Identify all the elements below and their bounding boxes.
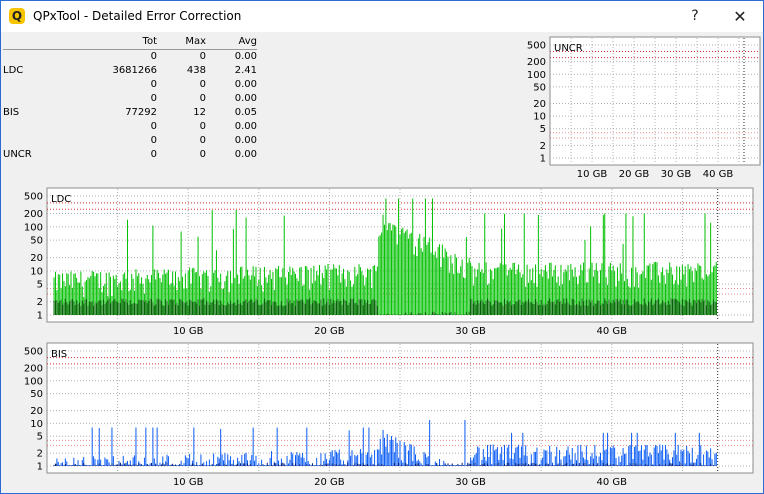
- y-tick-label: 50: [30, 389, 43, 400]
- x-tick-label: 10 GB: [173, 326, 204, 337]
- y-tick-label: 5: [37, 432, 43, 443]
- chart-title: LDC: [51, 194, 71, 205]
- y-tick-label: 2: [37, 297, 43, 308]
- stats-avg: 2.41: [234, 65, 257, 76]
- y-tick-label: 500: [527, 41, 546, 52]
- y-tick-label: 20: [533, 99, 546, 110]
- y-tick-label: 10: [533, 112, 546, 123]
- stats-avg: 0.00: [234, 149, 257, 160]
- window-title: QPxTool - Detailed Error Correction: [33, 9, 242, 23]
- stats-row: UNCR 0 0 0.00: [3, 148, 257, 162]
- stats-body: 0 0 0.00 LDC 3681266 438 2.41 0 0 0.00 0 0 0.00 BIS 77…: [3, 50, 257, 163]
- close-button[interactable]: ✕: [718, 1, 762, 32]
- uncr-chart: 500 200 10050 20 105 2 1 10 GB 20 GB 30 GB 40 GB UN…: [527, 36, 761, 180]
- stats-max: 0: [199, 135, 206, 146]
- stats-row-label: [3, 78, 63, 92]
- stats-row: BIS 77292 12 0.05: [3, 106, 257, 120]
- y-tick-label: 200: [24, 209, 43, 220]
- chart-title: BIS: [51, 349, 67, 360]
- stats-row: 0 0 0.00: [3, 134, 257, 148]
- y-tick-label: 50: [30, 236, 43, 247]
- stats-row: 0 0 0.00: [3, 120, 257, 134]
- y-tick-label: 10: [30, 419, 43, 430]
- x-tick-label: 40 GB: [597, 477, 628, 488]
- x-tick-label: 40 GB: [597, 326, 628, 337]
- stats-header-label: [3, 35, 63, 50]
- stats-max: 12: [193, 107, 206, 118]
- y-tick-label: 20: [30, 406, 43, 417]
- stats-max: 0: [199, 93, 206, 104]
- stats-max: 0: [199, 79, 206, 90]
- stats-tot: 0: [150, 79, 157, 90]
- stats-header-avg: Avg: [206, 35, 257, 50]
- app-logo-icon: Q: [9, 8, 25, 24]
- y-tick-label: 2: [37, 449, 43, 460]
- window: Q QPxTool - Detailed Error Correction ? …: [0, 0, 764, 494]
- stats-avg: 0.00: [234, 135, 257, 146]
- stats-avg: 0.00: [234, 121, 257, 132]
- y-tick-label: 1: [37, 462, 43, 473]
- stats-tot: 0: [150, 135, 157, 146]
- y-tick-label: 100: [527, 70, 546, 81]
- y-tick-label: 100: [24, 376, 43, 387]
- x-tick-label: 40 GB: [703, 169, 734, 180]
- stats-row-label: [3, 50, 63, 65]
- stats-row-label: [3, 134, 63, 148]
- y-tick-label: 1: [37, 311, 43, 322]
- y-tick-label: 200: [24, 363, 43, 374]
- stats-row-label: BIS: [3, 107, 20, 118]
- y-tick-label: 500: [24, 347, 43, 358]
- stats-row: 0 0 0.00: [3, 78, 257, 92]
- y-tick-label: 2: [540, 141, 546, 152]
- stats-row-label: [3, 120, 63, 134]
- stats-header-max: Max: [157, 35, 206, 50]
- stats-row: 0 0 0.00: [3, 50, 257, 65]
- stats-avg: 0.05: [234, 107, 257, 118]
- x-tick-label: 10 GB: [173, 477, 204, 488]
- y-tick-label: 50: [533, 82, 546, 93]
- stats-avg: 0.00: [234, 79, 257, 90]
- stats-max: 0: [199, 121, 206, 132]
- y-tick-label: 500: [24, 192, 43, 203]
- stats-tot: 3681266: [112, 65, 157, 76]
- stats-tot: 0: [150, 121, 157, 132]
- ldc-chart: 500 200 100 50 20 10 5 2 1 10 GB 20 GB 30 GB 40 GB LD…: [24, 187, 754, 337]
- stats-row-label: LDC: [3, 65, 24, 76]
- stats-max: 0: [199, 149, 206, 160]
- stats-header-tot: Tot: [63, 35, 157, 50]
- stats-row-label: [3, 92, 63, 106]
- title-bar[interactable]: Q QPxTool - Detailed Error Correction ? …: [1, 1, 763, 32]
- stats-row: 0 0 0.00: [3, 92, 257, 106]
- stats-tot: 0: [150, 149, 157, 160]
- y-tick-label: 200: [527, 57, 546, 68]
- chart-title: UNCR: [554, 43, 583, 54]
- stats-row-label: UNCR: [3, 149, 32, 160]
- x-tick-label: 20 GB: [314, 326, 345, 337]
- help-button[interactable]: ?: [673, 1, 717, 32]
- y-tick-label: 10: [30, 266, 43, 277]
- stats-row: LDC 3681266 438 2.41: [3, 64, 257, 78]
- x-tick-label: 20 GB: [619, 169, 650, 180]
- stats-table: Tot Max Avg 0 0 0.00 LDC 3681266 438 2.41 0 0 0.0…: [3, 35, 257, 165]
- y-tick-label: 1: [540, 154, 546, 165]
- x-tick-label: 30 GB: [661, 169, 692, 180]
- x-tick-label: 30 GB: [455, 477, 486, 488]
- x-tick-label: 10 GB: [577, 169, 608, 180]
- stats-header-row: Tot Max Avg: [3, 35, 257, 50]
- x-tick-label: 20 GB: [314, 477, 345, 488]
- x-tick-label: 30 GB: [455, 326, 486, 337]
- y-tick-label: 5: [37, 280, 43, 291]
- stats-tot: 0: [150, 51, 157, 62]
- stats-max: 0: [199, 51, 206, 62]
- stats-tot: 77292: [125, 107, 157, 118]
- y-tick-label: 100: [24, 222, 43, 233]
- y-tick-label: 20: [30, 253, 43, 264]
- stats-avg: 0.00: [234, 51, 257, 62]
- stats-max: 438: [186, 65, 206, 76]
- y-tick-label: 5: [540, 124, 546, 135]
- stats-avg: 0.00: [234, 93, 257, 104]
- stats-tot: 0: [150, 93, 157, 104]
- bis-chart: 500 200 100 50 20 10 5 2 1 10 GB 20 GB 30 GB 40 GB BI…: [24, 342, 754, 488]
